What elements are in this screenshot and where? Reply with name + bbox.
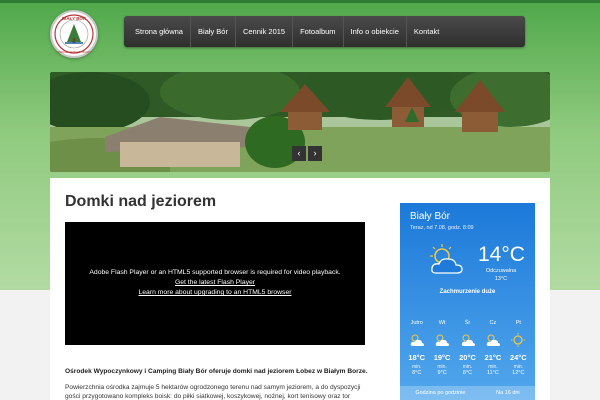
forecast-max: 21°C [484, 353, 502, 362]
weather-city: Biały Bór [410, 211, 451, 222]
nav-item-bialy-bor[interactable]: Biały Bór [191, 16, 236, 47]
hourly-forecast-link[interactable]: Godzina po godzinie [415, 386, 465, 400]
weather-feels-like: Odczuwalna 13°C [480, 267, 522, 283]
sun-cloud-icon [480, 332, 505, 350]
main-navigation: Strona główna Biały Bór Cennik 2015 Foto… [124, 16, 525, 47]
video-error-message: Adobe Flash Player or an HTML5 supported… [89, 269, 341, 276]
site-logo[interactable]: BIAŁY BÓR OŚRODEK WYPOCZYNKOWY [50, 10, 98, 58]
forecast-day: Wt 19°C min. 9°C [429, 320, 454, 376]
forecast-min-label: min. [513, 364, 524, 370]
page-title: Domki nad jeziorem [65, 193, 217, 210]
top-border [0, 0, 600, 3]
forecast-max: 24°C [509, 353, 527, 362]
nav-item-contact[interactable]: Kontakt [407, 16, 446, 47]
forecast-min: 11°C [486, 370, 499, 376]
partly-cloudy-icon [430, 244, 463, 274]
forecast-min: 12°C [512, 370, 525, 376]
description-paragraph: Powierzchnia ośrodka zajmuje 5 hektarów … [65, 384, 361, 400]
sixteen-day-forecast-link[interactable]: Na 16 dni [496, 386, 520, 400]
weather-condition: Zachmurzenie duże [439, 289, 496, 295]
camping-logo-icon: BIAŁY BÓR OŚRODEK WYPOCZYNKOWY [54, 14, 94, 54]
weather-footer: Godzina po godzinie Na 16 dni [400, 386, 535, 400]
nav-item-info[interactable]: Info o obiekcie [344, 16, 407, 47]
html5-browser-link[interactable]: Learn more about upgrading to an HTML5 b… [65, 288, 365, 298]
forecast-day: Śr 20°C min. 8°C [455, 320, 480, 376]
sun-icon [506, 332, 531, 350]
nav-item-prices[interactable]: Cennik 2015 [236, 16, 294, 47]
forecast-day-name: Cz [489, 320, 497, 326]
feels-like-label: Odczuwalna [485, 268, 517, 274]
forecast-min-label: min. [488, 364, 498, 370]
nav-item-home[interactable]: Strona główna [128, 16, 191, 47]
nav-item-photo-album[interactable]: Fotoalbum [293, 16, 344, 47]
forecast-max: 20°C [459, 353, 476, 362]
forecast-min-label: min. [462, 364, 473, 370]
forecast-days: Jutro 18°C min. 8°C Wt 19°C min. 9°C Śr … [404, 320, 531, 376]
weather-temperature: 14°C [478, 243, 525, 266]
sun-cloud-icon [455, 332, 480, 350]
forecast-min: 9°C [437, 370, 447, 376]
forecast-day-name: Jutro [410, 320, 423, 326]
weather-widget: Biały Bór Teraz, nd 7.08, godz. 8:09 14°… [400, 203, 535, 400]
video-player[interactable]: Adobe Flash Player or an HTML5 supported… [65, 222, 365, 345]
flash-player-link[interactable]: Get the latest Flash Player [65, 278, 365, 288]
forecast-min: 8°C [412, 370, 422, 376]
feels-like-value: 13°C [494, 276, 508, 282]
forecast-day: Pt 24°C min. 12°C [506, 320, 531, 376]
forecast-day: Cz 21°C min. 11°C [480, 320, 505, 376]
forecast-max: 19°C [433, 353, 451, 362]
forecast-day: Jutro 18°C min. 8°C [404, 320, 429, 376]
intro-paragraph: Ośrodek Wypoczynkowy i Camping Biały Bór… [65, 368, 368, 375]
forecast-min: 8°C [462, 370, 473, 376]
weather-date: Teraz, nd 7.08, godz. 8:09 [410, 225, 474, 231]
forecast-day-name: Śr [464, 320, 471, 326]
forecast-day-name: Pt [515, 320, 521, 326]
logo-text: BIAŁY BÓR [62, 16, 87, 21]
forecast-day-name: Wt [438, 320, 446, 326]
logo-subtext: OŚRODEK WYPOCZYNKOWY [57, 51, 91, 54]
forecast-max: 18°C [408, 353, 426, 362]
sun-cloud-icon [429, 332, 454, 350]
forecast-min-label: min. [411, 364, 422, 370]
slider-prev-button[interactable]: ‹ [292, 146, 306, 161]
slider-next-button[interactable]: › [308, 146, 322, 161]
sun-cloud-icon [404, 332, 429, 350]
forecast-min-label: min. [437, 364, 447, 370]
